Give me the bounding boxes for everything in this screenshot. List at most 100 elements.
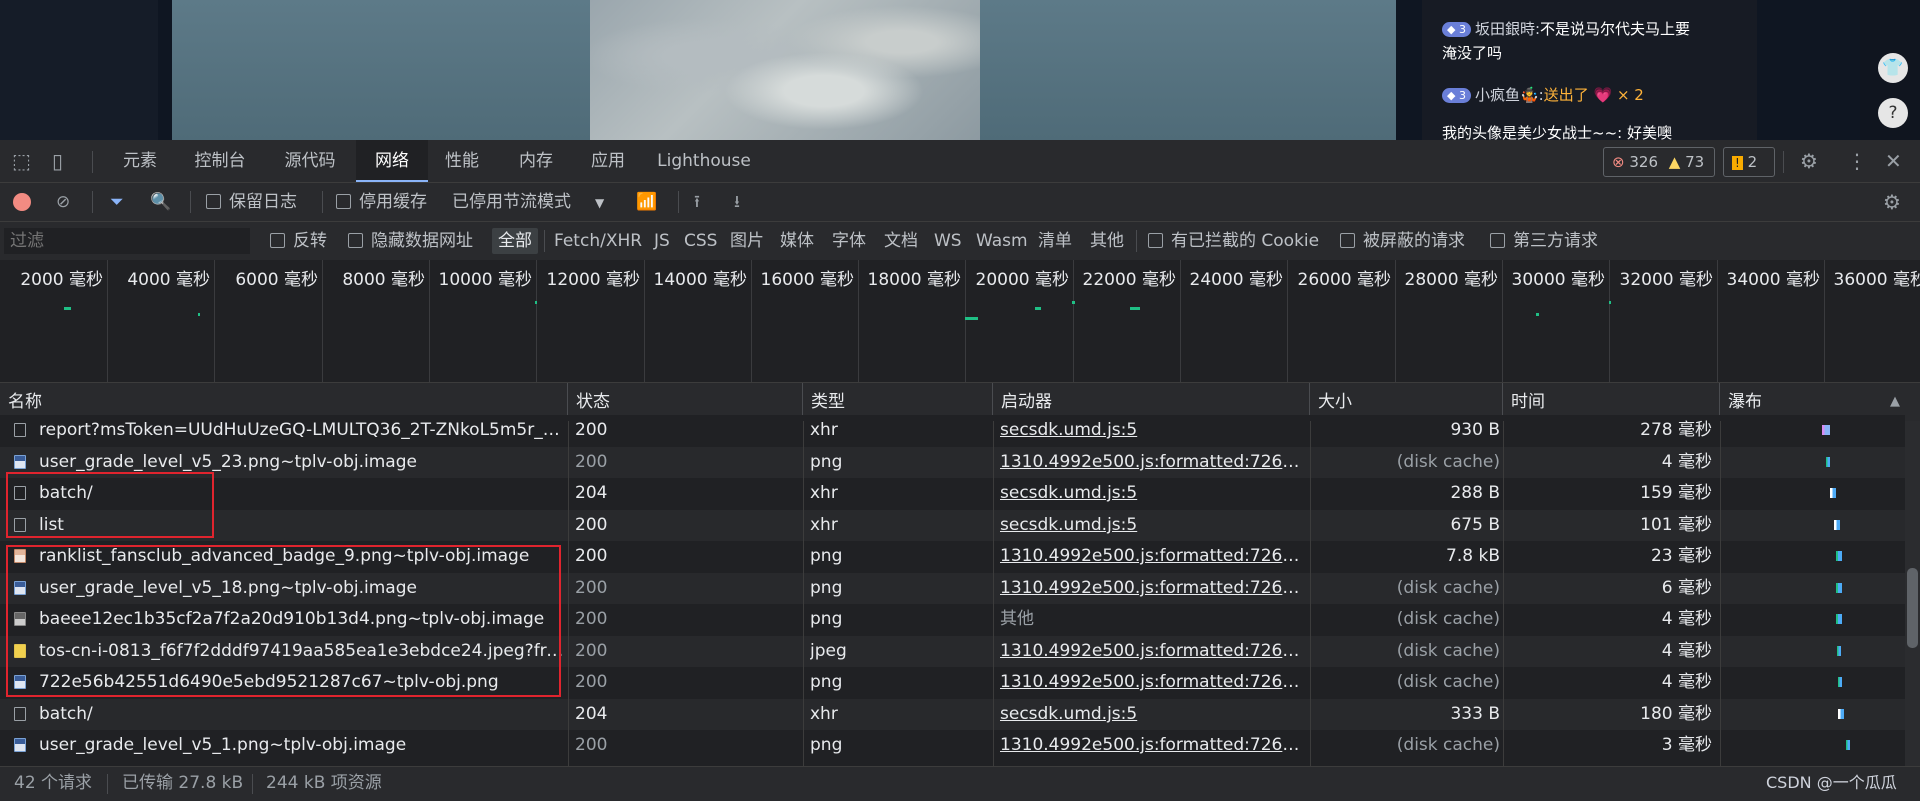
- export-har-icon[interactable]: ⭳: [734, 183, 740, 221]
- request-initiator[interactable]: 1310.4992e500.js:formatted:72600: [1000, 541, 1300, 572]
- waterfall-bar: [1837, 646, 1841, 656]
- watermark: CSDN @一个瓜瓜: [1766, 773, 1897, 792]
- filter-type-js[interactable]: JS: [654, 222, 670, 260]
- request-initiator[interactable]: secsdk.umd.js:5: [1000, 478, 1300, 509]
- table-row[interactable]: list 200 xhr secsdk.umd.js:5 675 B 101 毫秒: [0, 510, 1905, 541]
- request-initiator[interactable]: secsdk.umd.js:5: [1000, 510, 1300, 541]
- timeline-gridline: [858, 260, 859, 382]
- column-divider: [1310, 421, 1311, 766]
- table-row[interactable]: user_grade_level_v5_23.png~tplv-obj.imag…: [0, 447, 1905, 478]
- request-initiator[interactable]: 1310.4992e500.js:formatted:72600: [1000, 730, 1300, 761]
- tab-performance[interactable]: 性能: [432, 140, 492, 182]
- request-time: 4 毫秒: [1661, 672, 1712, 692]
- filter-type-doc[interactable]: 文档: [884, 222, 918, 260]
- import-har-icon[interactable]: ⭱: [694, 183, 700, 221]
- request-name[interactable]: user_grade_level_v5_1.png~tplv-obj.image: [8, 730, 564, 761]
- close-icon[interactable]: ✕: [1885, 140, 1902, 182]
- filter-type-all[interactable]: 全部: [492, 228, 538, 254]
- filter-type-manifest[interactable]: 清单: [1038, 222, 1072, 260]
- timeline-tick-label: 14000 毫秒: [653, 270, 747, 290]
- preserve-log-checkbox[interactable]: 保留日志: [206, 183, 297, 221]
- timeline-tick-label: 18000 毫秒: [867, 270, 961, 290]
- help-icon[interactable]: ?: [1878, 98, 1908, 128]
- filter-type-other[interactable]: 其他: [1090, 222, 1124, 260]
- tab-sources[interactable]: 源代码: [272, 140, 348, 182]
- timeline-marker: [198, 313, 200, 316]
- blocked-cookies-checkbox[interactable]: 有已拦截的 Cookie: [1148, 222, 1319, 260]
- filter-type-wasm[interactable]: Wasm: [976, 222, 1028, 260]
- throttling-select[interactable]: 已停用节流模式 ▼: [452, 183, 604, 222]
- tab-elements[interactable]: 元素: [104, 140, 176, 182]
- waterfall-bar: [1836, 583, 1842, 593]
- request-initiator[interactable]: secsdk.umd.js:5: [1000, 415, 1300, 446]
- network-conditions-icon[interactable]: 📶: [636, 183, 657, 221]
- gift-count: × 2: [1616, 86, 1644, 104]
- request-initiator[interactable]: 1310.4992e500.js:formatted:72600: [1000, 667, 1300, 698]
- tab-memory[interactable]: 内存: [504, 140, 568, 182]
- hide-data-urls-checkbox[interactable]: 隐藏数据网址: [348, 222, 473, 260]
- request-size: 675 B: [1450, 515, 1500, 535]
- gift-heart-icon: 💗: [1593, 86, 1613, 104]
- table-row[interactable]: report?msToken=UUdHuUzeGQ-LMULTQ36_2T-ZN…: [0, 415, 1905, 446]
- tab-lighthouse[interactable]: Lighthouse: [652, 140, 756, 182]
- filter-type-font[interactable]: 字体: [832, 222, 866, 260]
- column-divider: [1720, 421, 1721, 766]
- scrollbar-thumb[interactable]: [1907, 568, 1918, 648]
- request-name[interactable]: batch/: [8, 699, 564, 730]
- table-row[interactable]: user_grade_level_v5_1.png~tplv-obj.image…: [0, 730, 1905, 761]
- issue-counters[interactable]: ⊗ 326 ▲ 73: [1603, 147, 1715, 177]
- network-settings-icon[interactable]: ⚙: [1883, 183, 1901, 221]
- gift-text: 送出了: [1543, 86, 1589, 104]
- waterfall-bar: [1838, 677, 1842, 687]
- request-initiator[interactable]: 1310.4992e500.js:formatted:72600: [1000, 573, 1300, 604]
- timeline-marker: [1035, 307, 1041, 310]
- inspect-element-icon[interactable]: ⬚: [12, 140, 31, 182]
- search-icon[interactable]: 🔍: [150, 183, 171, 221]
- divider: [190, 191, 191, 213]
- waterfall-bar: [1836, 614, 1842, 624]
- request-initiator[interactable]: 1310.4992e500.js:formatted:72600: [1000, 447, 1300, 478]
- filter-type-css[interactable]: CSS: [684, 222, 717, 260]
- filter-type-ws[interactable]: WS: [934, 222, 962, 260]
- record-button[interactable]: [13, 193, 31, 211]
- settings-gear-icon[interactable]: ⚙: [1800, 140, 1818, 182]
- divider: [107, 774, 108, 794]
- table-row[interactable]: batch/204 xhr secsdk.umd.js:5 333 B 180 毫秒: [0, 699, 1905, 730]
- timeline-tick-label: 24000 毫秒: [1189, 270, 1283, 290]
- request-name[interactable]: report?msToken=UUdHuUzeGQ-LMULTQ36_2T-ZN…: [8, 415, 564, 446]
- divider: [92, 191, 93, 213]
- request-time: 101 毫秒: [1640, 515, 1712, 535]
- request-type: xhr: [810, 704, 838, 724]
- shirt-icon[interactable]: 👕: [1878, 53, 1908, 83]
- timeline-gridline: [965, 260, 966, 382]
- chat-message-cont: 淹没了吗: [1442, 44, 1503, 62]
- filter-icon[interactable]: ⏷: [110, 183, 124, 221]
- request-type: xhr: [810, 420, 838, 440]
- clear-icon[interactable]: ⊘: [56, 183, 70, 221]
- device-toolbar-icon[interactable]: ▯: [52, 140, 63, 182]
- more-options-icon[interactable]: ⋮: [1847, 140, 1867, 182]
- chat-panel: ◆ 3 坂田銀時:不是说马尔代夫马上要 淹没了吗 ◆ 3 小疯鱼🤹:送出了 💗 × …: [1422, 0, 1757, 142]
- chat-username[interactable]: 坂田銀時:: [1475, 20, 1540, 38]
- column-divider: [1503, 421, 1504, 766]
- request-initiator[interactable]: 1310.4992e500.js:formatted:72600: [1000, 636, 1300, 667]
- tab-network[interactable]: 网络: [356, 140, 428, 182]
- filter-input[interactable]: [4, 228, 250, 254]
- tab-console[interactable]: 控制台: [180, 140, 260, 182]
- issues-button[interactable]: ! 2: [1723, 147, 1775, 177]
- blocked-requests-checkbox[interactable]: 被屏蔽的请求: [1340, 222, 1465, 260]
- tab-application[interactable]: 应用: [576, 140, 640, 182]
- request-initiator[interactable]: secsdk.umd.js:5: [1000, 699, 1300, 730]
- resources-size: 244 kB 项资源: [266, 773, 382, 793]
- request-time: 6 毫秒: [1661, 578, 1712, 598]
- filter-type-fetch-xhr[interactable]: Fetch/XHR: [554, 222, 642, 260]
- third-party-checkbox[interactable]: 第三方请求: [1490, 222, 1598, 260]
- invert-checkbox[interactable]: 反转: [270, 222, 327, 260]
- timeline-gridline: [1180, 260, 1181, 382]
- request-status: 204: [575, 704, 608, 724]
- filter-type-media[interactable]: 媒体: [780, 222, 814, 260]
- filter-type-img[interactable]: 图片: [730, 222, 764, 260]
- chat-username[interactable]: 小疯鱼🤹:: [1475, 86, 1544, 104]
- table-row[interactable]: batch/204 xhr secsdk.umd.js:5 288 B 159 毫秒: [0, 478, 1905, 509]
- disable-cache-checkbox[interactable]: 停用缓存: [336, 183, 427, 221]
